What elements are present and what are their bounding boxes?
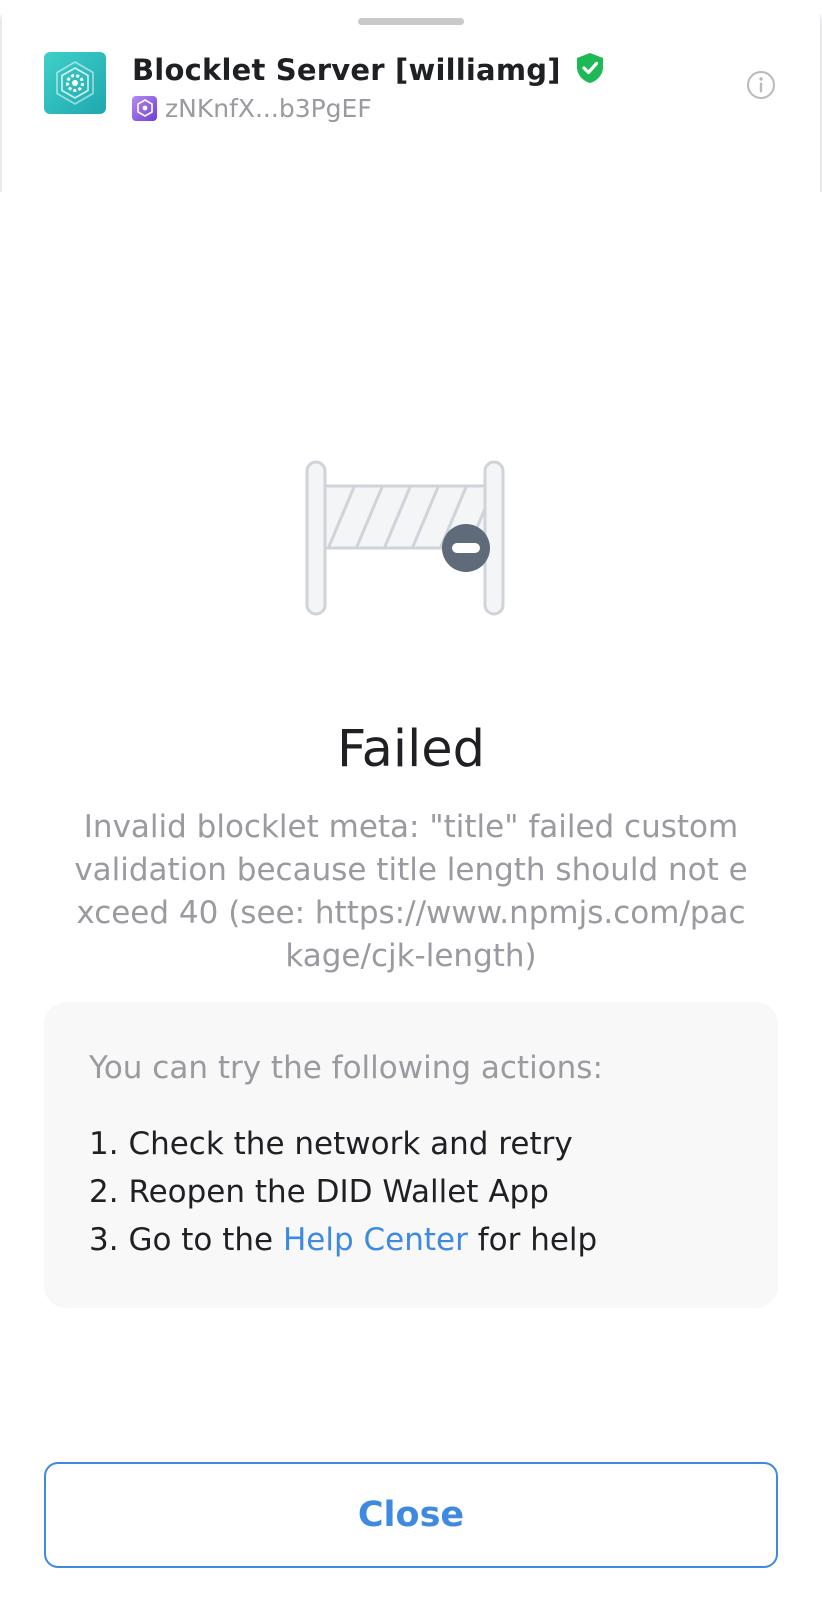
actions-intro: You can try the following actions: <box>89 1050 603 1086</box>
did-address[interactable]: zNKnfX...b3PgEF <box>165 94 372 123</box>
suggested-actions-card: You can try the following actions: 1. Ch… <box>44 1002 778 1308</box>
list-item: 2. Reopen the DID Wallet App <box>89 1168 597 1216</box>
help-center-link[interactable]: Help Center <box>283 1222 468 1258</box>
blocklet-hexagon-gear-icon <box>44 52 106 114</box>
list-item-text: Check the network and retry <box>128 1126 573 1162</box>
list-item: 3. Go to the Help Center for help <box>89 1216 597 1264</box>
close-button[interactable]: Close <box>44 1462 778 1568</box>
list-item-number: 3. <box>89 1222 129 1258</box>
verified-shield-icon <box>575 52 605 88</box>
list-item-text: Go to the <box>128 1222 283 1258</box>
list-item-text: Reopen the DID Wallet App <box>128 1174 549 1210</box>
list-item-text: for help <box>467 1222 598 1258</box>
list-item-number: 2. <box>89 1174 129 1210</box>
sheet-drag-handle[interactable] <box>358 18 464 25</box>
blocked-barrier-icon <box>305 460 517 628</box>
authorization-sheet: Blocklet Server [williamg] zNKnfX...b3Pg… <box>0 0 822 1600</box>
error-message: Invalid blocklet meta: "title" failed cu… <box>74 809 748 974</box>
sheet-edge-left <box>0 10 2 192</box>
app-title: Blocklet Server [williamg] <box>132 53 561 87</box>
did-address-row: zNKnfX...b3PgEF <box>132 93 372 123</box>
info-circle-icon[interactable] <box>746 70 776 100</box>
status-title: Failed <box>337 720 485 779</box>
actions-list: 1. Check the network and retry 2. Reopen… <box>89 1120 597 1264</box>
list-item-number: 1. <box>89 1126 129 1162</box>
app-title-row: Blocklet Server [williamg] <box>132 50 605 90</box>
did-avatar-icon <box>132 95 157 121</box>
list-item: 1. Check the network and retry <box>89 1120 597 1168</box>
